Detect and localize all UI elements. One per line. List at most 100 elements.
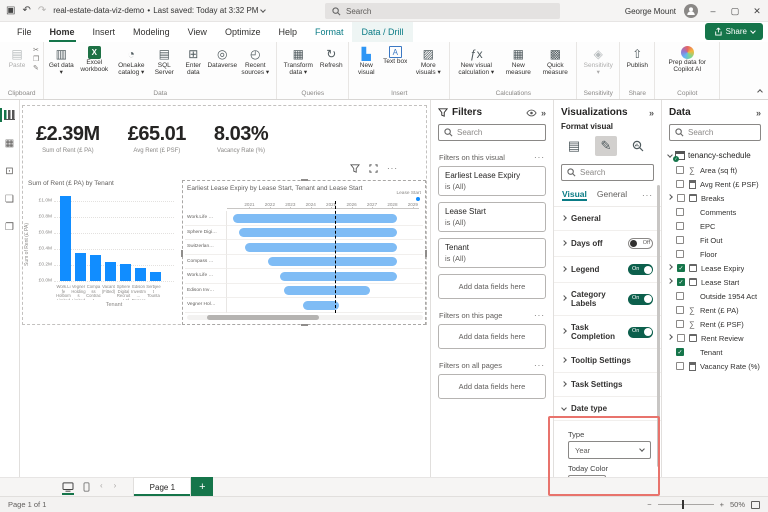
get-data-button[interactable]: ▥Get data ▾ [47, 45, 75, 79]
dax-query-view-button[interactable]: ❏ [0, 190, 20, 208]
filters-search-input[interactable]: Search [438, 124, 546, 141]
tab-general[interactable]: General [597, 189, 627, 201]
ribbon-tab-format[interactable]: Format [306, 22, 353, 42]
publish-button[interactable]: ⇧Publish [623, 45, 651, 79]
avatar[interactable] [684, 4, 698, 18]
field-lease-start[interactable]: ✓Lease Start [662, 275, 768, 289]
filter-card-tenant[interactable]: Tenantis (All) [438, 238, 546, 268]
field-epc[interactable]: EPC [662, 219, 768, 233]
field-breaks[interactable]: Breaks [662, 191, 768, 205]
data-search-input[interactable]: Search [669, 124, 761, 141]
bar-chart-visual[interactable]: Sum of Rent (£ PA) by TenantSum of Rent … [26, 178, 180, 318]
gantt-bar[interactable] [268, 257, 397, 266]
gantt-bar[interactable] [239, 228, 396, 237]
transform-data-button[interactable]: ▦Transform data ▾ [280, 45, 316, 79]
gantt-bar[interactable] [280, 272, 396, 281]
fit-to-page-icon[interactable] [751, 501, 760, 509]
bar[interactable] [150, 272, 161, 281]
format-section-task-settings[interactable]: Task Settings [554, 373, 661, 397]
filter-card-earliest-lease-expiry[interactable]: Earliest Lease Expiryis (All) [438, 166, 546, 196]
field-checkbox[interactable] [676, 236, 684, 244]
report-canvas[interactable]: £2.39MSum of Rent (£ PA)£65.01Avg Rent (… [20, 100, 430, 477]
format-section-days-off[interactable]: Days offOff [554, 231, 661, 257]
visualizations-search-input[interactable]: Search [561, 164, 654, 181]
expand-field-icon[interactable] [667, 278, 673, 284]
analytics-icon[interactable] [627, 136, 649, 156]
minimize-button[interactable]: – [706, 6, 720, 16]
field-area-sq-ft[interactable]: ∑Area (sq ft) [662, 163, 768, 177]
ribbon-tab-file[interactable]: File [8, 22, 41, 42]
gantt-bar[interactable] [233, 214, 396, 223]
desktop-layout-icon[interactable] [62, 482, 74, 492]
build-visual-icon[interactable]: ▤ [563, 136, 585, 156]
format-section-legend[interactable]: LegendOn [554, 257, 661, 283]
collapse-pane-icon[interactable]: » [756, 108, 761, 118]
field-rent-review[interactable]: Rent Review [662, 331, 768, 345]
field-checkbox[interactable] [676, 292, 684, 300]
ribbon-tab-home[interactable]: Home [41, 22, 84, 42]
mobile-layout-icon[interactable] [83, 482, 90, 492]
bar[interactable] [135, 268, 146, 281]
gantt-bar[interactable] [245, 243, 396, 252]
field-checkbox[interactable] [676, 306, 684, 314]
bar[interactable] [105, 262, 116, 281]
format-section-task-completion[interactable]: Task CompletionOn [554, 316, 661, 349]
redo-icon[interactable]: ↷ [38, 5, 46, 16]
zoom-out-icon[interactable]: − [647, 500, 651, 509]
new-measure-button[interactable]: ▦New measure [500, 45, 536, 79]
field-floor[interactable]: Floor [662, 247, 768, 261]
bar[interactable] [75, 253, 86, 281]
field-outside-1954-act[interactable]: Outside 1954 Act [662, 289, 768, 303]
copy-icon[interactable]: ❐ [33, 55, 39, 63]
sensitivity-button[interactable]: ◈Sensitivity ▾ [580, 45, 616, 79]
filter-icon[interactable] [350, 164, 360, 173]
focus-mode-icon[interactable] [369, 164, 378, 173]
format-section-category-labels[interactable]: Category LabelsOn [554, 283, 661, 316]
kpi-card-sum-of-rent-pa[interactable]: £2.39MSum of Rent (£ PA) [30, 110, 106, 166]
resize-handle-bottom[interactable] [301, 324, 308, 326]
field-checkbox[interactable]: ✓ [677, 278, 685, 286]
excel-workbook-button[interactable]: XExcel workbook [76, 45, 112, 76]
add-data-fields-dropzone[interactable]: Add data fields here [438, 324, 546, 349]
expand-field-icon[interactable] [667, 194, 673, 200]
more-options-icon[interactable]: ··· [534, 153, 545, 162]
cut-icon[interactable]: ✂ [33, 46, 39, 54]
ribbon-tab-view[interactable]: View [179, 22, 216, 42]
bar[interactable] [60, 196, 71, 281]
collapse-pane-icon[interactable]: » [649, 108, 654, 118]
field-rent-psf[interactable]: ∑Rent (£ PSF) [662, 317, 768, 331]
field-checkbox[interactable] [676, 250, 684, 258]
days-off-toggle[interactable]: Off [628, 238, 653, 249]
scrollbar[interactable] [657, 185, 660, 467]
expand-field-icon[interactable] [667, 334, 673, 340]
bar[interactable] [90, 255, 101, 281]
field-checkbox[interactable]: ✓ [676, 348, 684, 356]
report-view-button[interactable] [0, 106, 20, 124]
more-options-icon[interactable]: ··· [387, 164, 398, 173]
model-view-button[interactable]: ⊡ [0, 162, 20, 180]
legend-toggle[interactable]: On [628, 264, 653, 275]
zoom-slider-thumb[interactable] [682, 500, 684, 509]
format-section-general[interactable]: General [554, 207, 661, 231]
field-checkbox[interactable] [676, 222, 684, 230]
share-button[interactable]: Share [705, 23, 763, 40]
tab-visual[interactable]: Visual [562, 189, 587, 201]
resize-handle-right[interactable] [425, 250, 427, 257]
title-dropdown-icon[interactable] [261, 7, 267, 13]
quick-measure-button[interactable]: ▩Quick measure [537, 45, 573, 79]
ribbon-tab-optimize[interactable]: Optimize [216, 22, 270, 42]
format-visual-icon[interactable]: ✎ [595, 136, 617, 156]
field-checkbox[interactable] [676, 320, 684, 328]
refresh-button[interactable]: ↻Refresh [317, 45, 345, 79]
global-search-input[interactable]: Search [325, 3, 560, 19]
add-data-fields-dropzone[interactable]: Add data fields here [438, 274, 546, 299]
add-data-fields-dropzone[interactable]: Add data fields here [438, 374, 546, 399]
maximize-button[interactable]: ▢ [728, 6, 742, 17]
resize-handle-left[interactable] [181, 250, 183, 257]
ribbon-tab-data-drill[interactable]: Data / Drill [352, 22, 412, 42]
page-tab-page1[interactable]: Page 1 [133, 477, 191, 496]
table-view-button[interactable]: ▦ [0, 134, 20, 152]
table-tenancy-schedule[interactable]: tenancy-schedule [662, 147, 768, 163]
resize-handle-top[interactable] [301, 179, 308, 181]
gantt-bar[interactable] [284, 286, 370, 295]
